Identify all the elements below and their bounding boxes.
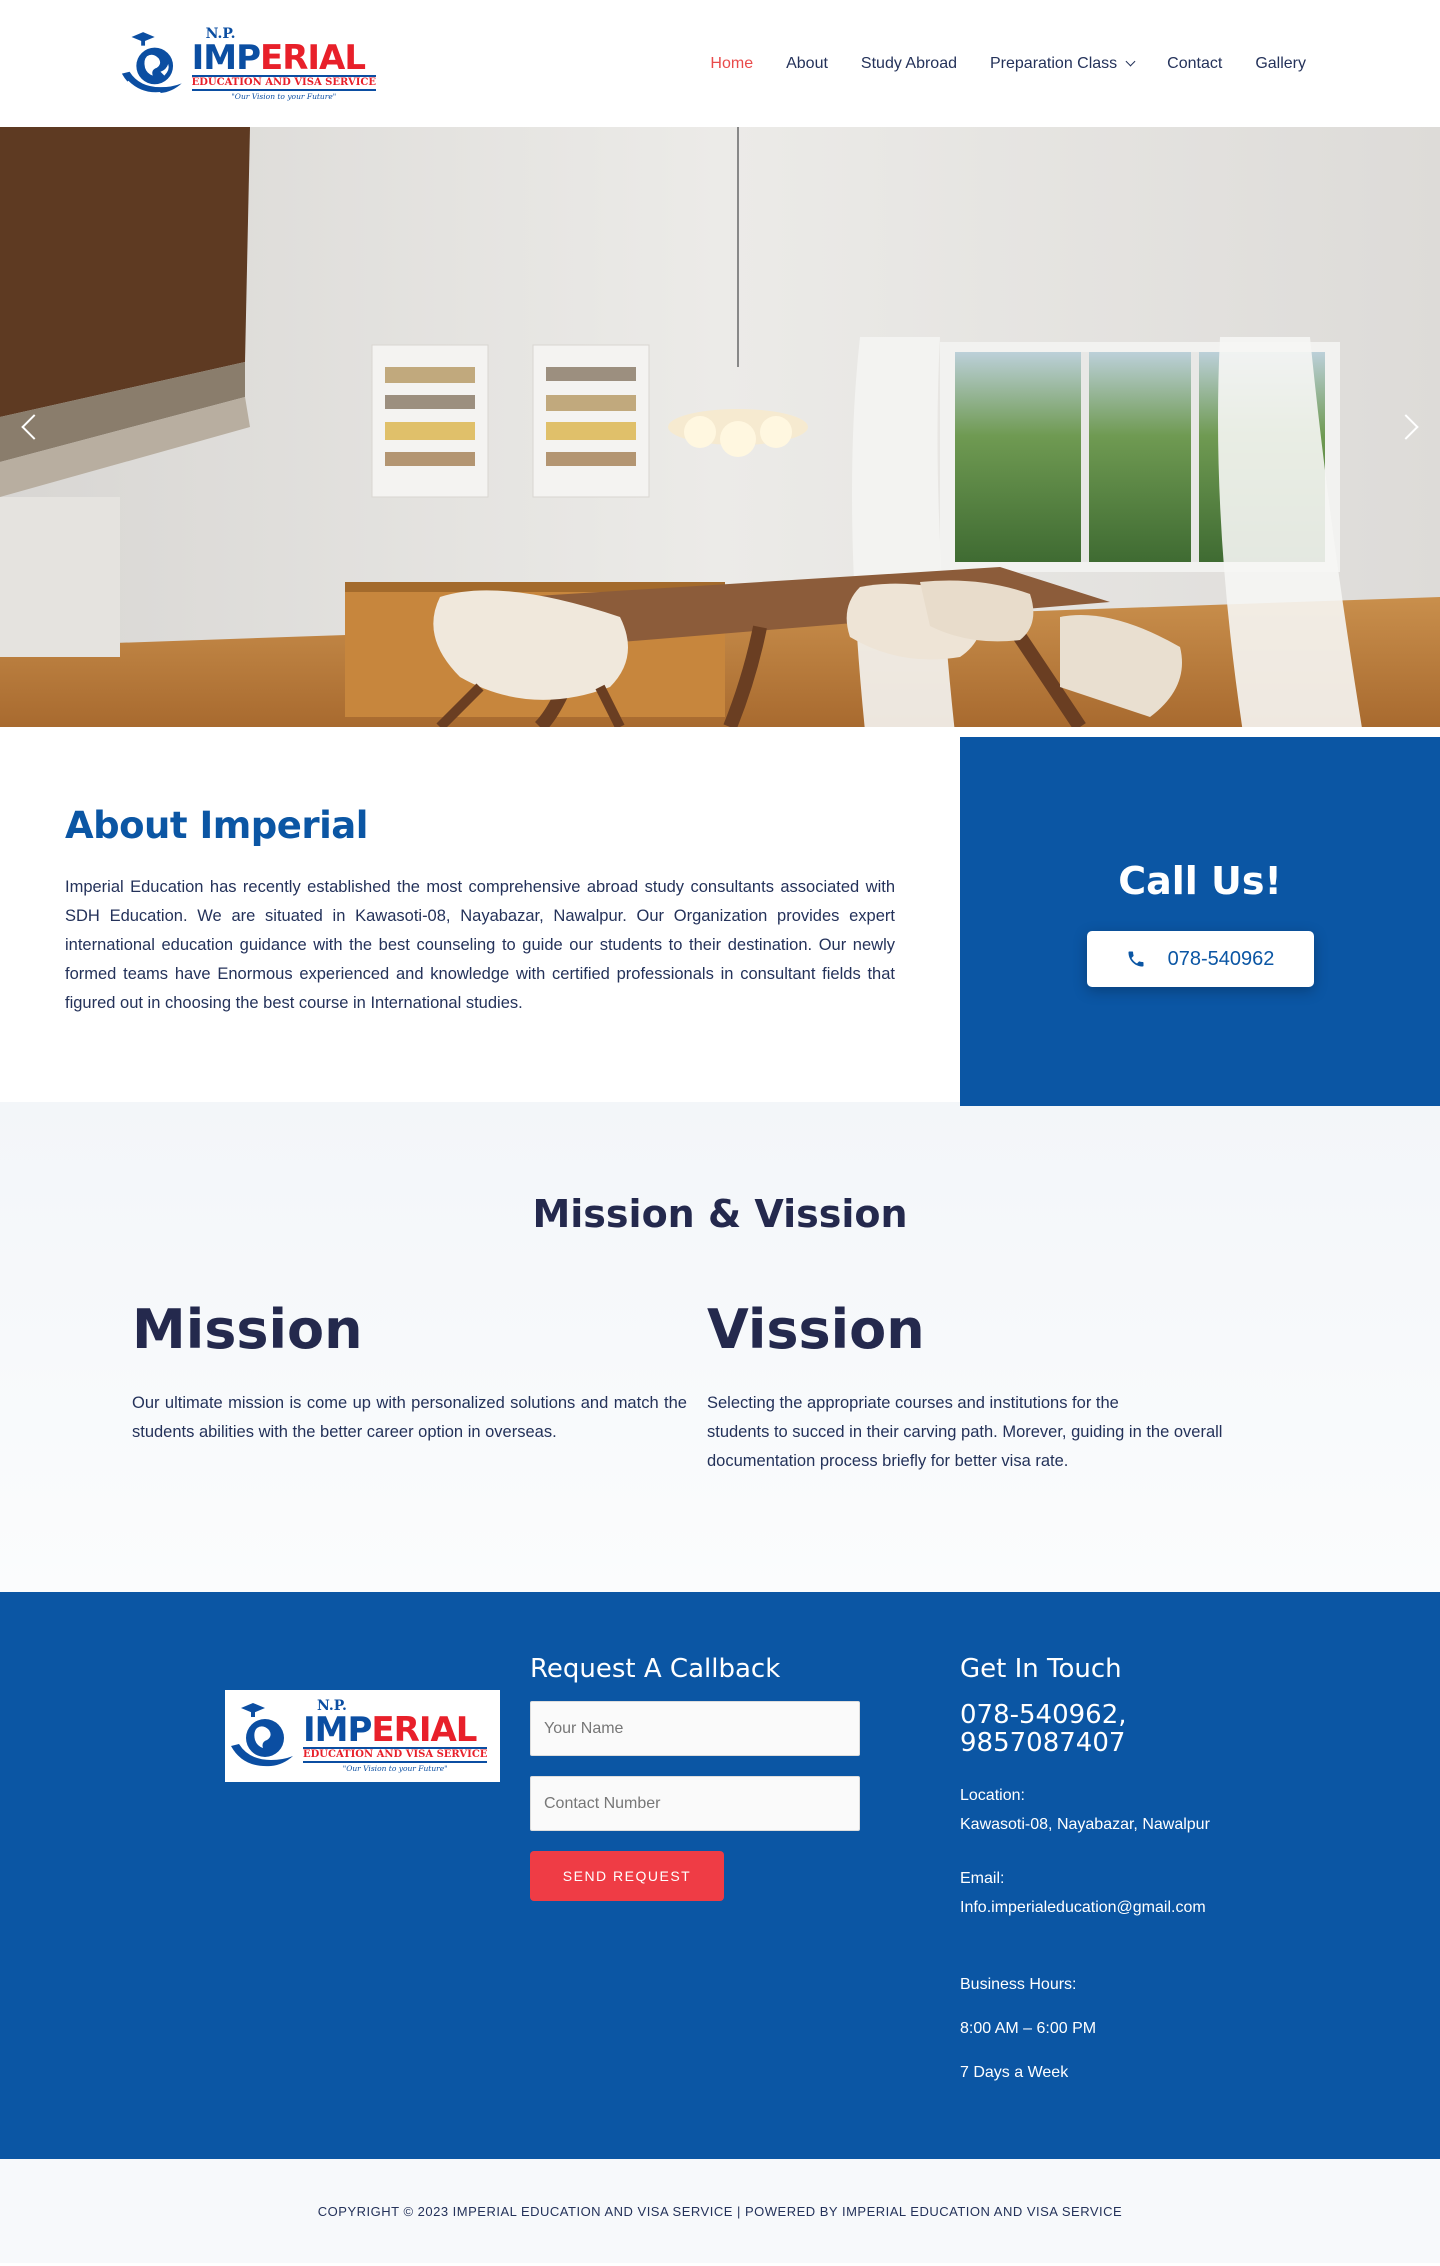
mission-heading: Mission: [132, 1298, 363, 1361]
location-label: Location:: [960, 1787, 1025, 1804]
main-nav: Home About Study Abroad Preparation Clas…: [710, 55, 1306, 73]
logo-tagline: "Our Vision to your Future": [231, 91, 337, 101]
mission-vision-columns: Mission Our ultimate mission is come up …: [0, 1298, 1440, 1476]
hero-slider: [0, 127, 1440, 727]
callback-title: Request A Callback: [530, 1654, 781, 1684]
nav-item-preparation-class[interactable]: Preparation Class: [990, 55, 1136, 73]
footer-phones[interactable]: 078-540962, 9857087407: [960, 1701, 1260, 1757]
call-phone-button[interactable]: 078-540962: [1086, 931, 1314, 987]
name-input[interactable]: [530, 1701, 860, 1756]
get-in-touch: Get In Touch 078-540962, 9857087407 Loca…: [960, 1654, 1260, 2159]
mission-body: Our ultimate mission is come up with per…: [132, 1394, 687, 1441]
mission-vision-title: Mission & Vission: [532, 1192, 908, 1236]
callback-form: Request A Callback SEND REQUEST: [530, 1654, 860, 2159]
copyright-text: COPYRIGHT © 2023 IMPERIAL EDUCATION AND …: [317, 2203, 1123, 2219]
site-header: N.P. IMPERIAL EDUCATION AND VISA SERVICE…: [0, 0, 1440, 127]
call-phone-number: 078-540962: [1167, 947, 1275, 970]
about-content: About Imperial Imperial Education has re…: [0, 727, 960, 1102]
nav-item-gallery[interactable]: Gallery: [1255, 55, 1306, 73]
contact-number-input[interactable]: [530, 1776, 860, 1831]
site-footer: N.P. IMPERIAL EDUCATION AND VISA SERVICE…: [0, 1592, 1440, 2159]
nav-item-contact[interactable]: Contact: [1167, 55, 1222, 73]
phone-icon: [1128, 951, 1144, 967]
location-value: Kawasoti-08, Nayabazar, Nawalpur: [960, 1816, 1210, 1833]
chevron-down-icon: [1125, 56, 1136, 67]
mission-vision-section: Mission & Vission Mission Our ultimate m…: [0, 1102, 1440, 1592]
globe-hands-icon: [231, 1703, 293, 1767]
email-label: Email:: [960, 1870, 1005, 1887]
vision-body: Selecting the appropriate courses and in…: [707, 1394, 1223, 1470]
about-body: Imperial Education has recently establis…: [65, 878, 895, 1012]
mission-column: Mission Our ultimate mission is come up …: [132, 1298, 687, 1476]
site-logo[interactable]: N.P. IMPERIAL EDUCATION AND VISA SERVICE…: [118, 22, 376, 106]
call-us-title: Call Us!: [1118, 859, 1282, 903]
vision-column: Vission Selecting the appropriate course…: [707, 1298, 1262, 1476]
copyright-bar: COPYRIGHT © 2023 IMPERIAL EDUCATION AND …: [0, 2159, 1440, 2263]
nav-item-study-abroad[interactable]: Study Abroad: [861, 55, 957, 73]
hours-value: 8:00 AM – 6:00 PM: [960, 2020, 1097, 2037]
globe-hands-icon: [121, 31, 182, 94]
send-request-button[interactable]: SEND REQUEST: [530, 1851, 724, 1901]
nav-item-about[interactable]: About: [786, 55, 828, 73]
get-in-touch-title: Get In Touch: [960, 1654, 1122, 1684]
about-title: About Imperial: [65, 804, 368, 847]
call-us-panel: Call Us! 078-540962: [960, 737, 1440, 1106]
vision-heading: Vission: [707, 1298, 925, 1361]
hours-label: Business Hours:: [960, 1976, 1077, 1993]
days-value: 7 Days a Week: [960, 2064, 1069, 2081]
hero-image-dining-room: [0, 127, 1440, 727]
logo-subtitle: EDUCATION AND VISA SERVICE: [191, 74, 376, 91]
logo-wordmark: IMPERIAL: [191, 37, 366, 78]
nav-item-home[interactable]: Home: [710, 55, 753, 73]
about-section: About Imperial Imperial Education has re…: [0, 727, 1440, 1106]
email-value[interactable]: Info.imperialeducation@gmail.com: [960, 1893, 1260, 1922]
footer-logo[interactable]: N.P. IMPERIAL EDUCATION AND VISA SERVICE…: [225, 1690, 500, 1782]
